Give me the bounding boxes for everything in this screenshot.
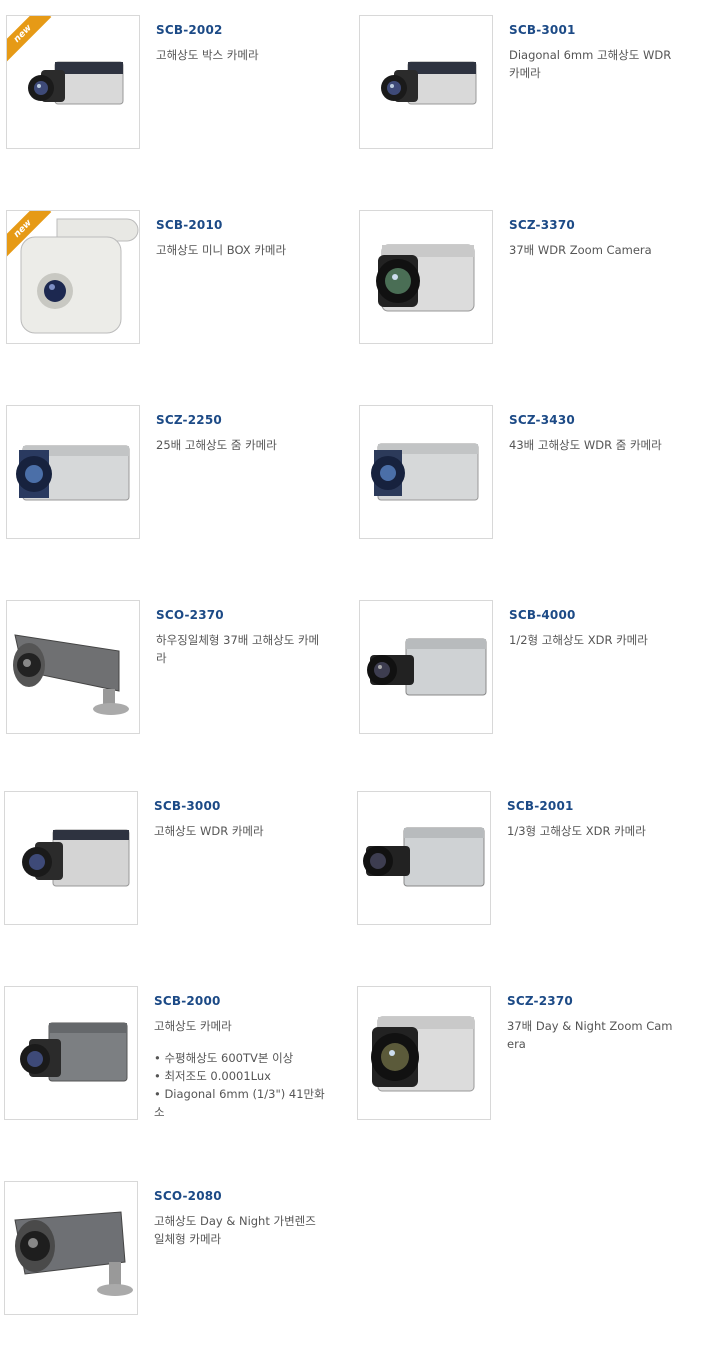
product-image[interactable] <box>357 986 491 1120</box>
product-model-link[interactable]: SCB-3000 <box>154 799 326 813</box>
product-image[interactable] <box>4 986 138 1120</box>
product-card[interactable]: SCO-2080 고해상도 Day & Night 가변렌즈 일체형 카메라 <box>4 1181 344 1321</box>
product-image[interactable] <box>359 210 493 344</box>
product-model-link[interactable]: SCZ-3430 <box>509 413 681 427</box>
box-camera-icon <box>20 1022 128 1082</box>
product-model-link[interactable]: SCO-2080 <box>154 1189 326 1203</box>
product-image[interactable] <box>357 791 491 925</box>
feature-item: 최저조도 0.0001Lux <box>154 1067 326 1085</box>
product-description: 37배 Day & Night Zoom Camera <box>507 1019 673 1051</box>
product-model-link[interactable]: SCZ-2250 <box>156 413 328 427</box>
product-image[interactable] <box>6 405 140 539</box>
product-image[interactable] <box>4 1181 138 1315</box>
product-image[interactable] <box>359 405 493 539</box>
product-model-link[interactable]: SCB-2001 <box>507 799 679 813</box>
zoom-camera-icon <box>16 445 130 501</box>
zoom-camera-icon <box>376 244 475 312</box>
product-description: 고해상도 WDR 카메라 <box>154 824 264 838</box>
product-description: 43배 고해상도 WDR 줌 카메라 <box>509 438 662 452</box>
product-card[interactable]: SCZ-2250 25배 고해상도 줌 카메라 <box>6 405 346 545</box>
product-image[interactable] <box>359 600 493 734</box>
bullet-camera-icon <box>14 1211 133 1296</box>
feature-item: 수평해상도 600TV본 이상 <box>154 1049 326 1067</box>
product-description: Diagonal 6mm 고해상도 WDR 카메라 <box>509 48 672 80</box>
product-model-link[interactable]: SCB-2000 <box>154 994 326 1008</box>
product-description: 고해상도 Day & Night 가변렌즈 일체형 카메라 <box>154 1214 316 1246</box>
product-description: 25배 고해상도 줌 카메라 <box>156 438 277 452</box>
product-image[interactable]: new <box>6 210 140 344</box>
box-camera-icon <box>22 829 130 887</box>
product-card[interactable]: SCB-2000 고해상도 카메라 수평해상도 600TV본 이상 최저조도 0… <box>4 986 344 1136</box>
product-model-link[interactable]: SCZ-2370 <box>507 994 679 1008</box>
box-camera-icon <box>381 61 477 105</box>
feature-item: Diagonal 6mm (1/3") 41만화소 <box>154 1085 326 1121</box>
product-description: 고해상도 카메라 <box>154 1019 232 1033</box>
product-card[interactable]: new SCB-2010 고해상도 미니 BOX 카메라 <box>6 210 346 350</box>
product-card[interactable]: SCB-3000 고해상도 WDR 카메라 <box>4 791 344 931</box>
product-image[interactable] <box>4 791 138 925</box>
product-card[interactable]: SCZ-2370 37배 Day & Night Zoom Camera <box>357 986 697 1126</box>
feature-list: 수평해상도 600TV본 이상 최저조도 0.0001Lux Diagonal … <box>154 1049 326 1121</box>
product-description: 하우징일체형 37배 고해상도 카메라 <box>156 633 320 665</box>
product-card[interactable]: new SCB-2002 고해상도 박스 카메라 <box>6 15 346 155</box>
product-image[interactable] <box>359 15 493 149</box>
product-card[interactable]: SCZ-3370 37배 WDR Zoom Camera <box>359 210 699 350</box>
box-camera-icon <box>363 827 485 887</box>
product-card[interactable]: SCB-4000 1/2형 고해상도 XDR 카메라 <box>359 600 699 740</box>
box-camera-icon <box>367 638 487 696</box>
zoom-camera-icon <box>371 443 479 501</box>
product-description: 1/3형 고해상도 XDR 카메라 <box>507 824 646 838</box>
product-description: 37배 WDR Zoom Camera <box>509 243 652 257</box>
bullet-camera-icon <box>13 634 129 715</box>
product-description: 1/2형 고해상도 XDR 카메라 <box>509 633 648 647</box>
product-model-link[interactable]: SCB-2010 <box>156 218 328 232</box>
product-image[interactable]: new <box>6 15 140 149</box>
product-card[interactable]: SCB-2001 1/3형 고해상도 XDR 카메라 <box>357 791 697 931</box>
product-model-link[interactable]: SCO-2370 <box>156 608 328 622</box>
product-description: 고해상도 미니 BOX 카메라 <box>156 243 287 257</box>
product-model-link[interactable]: SCB-2002 <box>156 23 328 37</box>
product-card[interactable]: SCZ-3430 43배 고해상도 WDR 줌 카메라 <box>359 405 699 545</box>
product-card[interactable]: SCO-2370 하우징일체형 37배 고해상도 카메라 <box>6 600 346 740</box>
product-model-link[interactable]: SCZ-3370 <box>509 218 681 232</box>
zoom-camera-icon <box>371 1016 475 1092</box>
product-model-link[interactable]: SCB-4000 <box>509 608 681 622</box>
product-image[interactable] <box>6 600 140 734</box>
product-description: 고해상도 박스 카메라 <box>156 48 259 62</box>
product-card[interactable]: SCB-3001 Diagonal 6mm 고해상도 WDR 카메라 <box>359 15 699 155</box>
product-model-link[interactable]: SCB-3001 <box>509 23 681 37</box>
